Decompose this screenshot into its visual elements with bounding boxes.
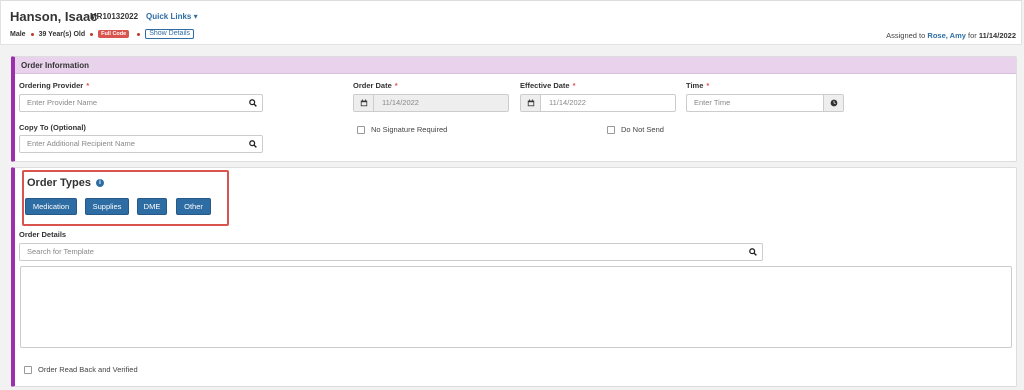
separator-dot: [90, 32, 94, 36]
calendar-icon: [354, 95, 374, 111]
order-types-panel: Order Types i Medication Supplies DME Ot…: [11, 167, 1017, 387]
search-icon[interactable]: [246, 138, 260, 150]
assigned-provider-link[interactable]: Rose, Amy: [927, 31, 966, 40]
medication-button[interactable]: Medication: [25, 198, 77, 215]
order-types-title: Order Types i: [27, 177, 104, 189]
effective-date-input[interactable]: 11/14/2022: [520, 94, 676, 112]
ordering-provider-placeholder: Enter Provider Name: [27, 98, 98, 107]
order-date-value: 11/14/2022: [382, 98, 419, 107]
calendar-icon[interactable]: [521, 95, 541, 111]
time-input[interactable]: Enter Time: [686, 94, 844, 112]
separator-dot: [137, 32, 141, 36]
patient-sex: Male: [10, 30, 26, 38]
ordering-provider-label: Ordering Provider *: [19, 81, 89, 90]
copy-to-placeholder: Enter Additional Recipient Name: [27, 139, 135, 148]
order-date-label-text: Order Date: [353, 81, 392, 90]
ordering-provider-label-text: Ordering Provider: [19, 81, 84, 90]
do-not-send-label: Do Not Send: [621, 125, 664, 134]
assigned-for: for: [968, 31, 977, 40]
order-details-label: Order Details: [19, 230, 67, 239]
supplies-button[interactable]: Supplies: [85, 198, 129, 215]
time-label-text: Time: [686, 81, 704, 90]
patient-name: Hanson, Isaac: [10, 9, 98, 24]
separator-dot: [30, 32, 34, 36]
search-icon[interactable]: [246, 97, 260, 109]
order-information-title: Order Information: [15, 57, 1016, 74]
other-button[interactable]: Other: [176, 198, 211, 215]
checkbox-box[interactable]: [607, 125, 615, 134]
order-details-textarea[interactable]: [20, 266, 1012, 348]
required-mark: *: [394, 81, 398, 90]
assigned-info: Assigned to Rose, Amy for 11/14/2022: [886, 31, 1016, 40]
patient-age: 39 Year(s) Old: [38, 30, 86, 38]
assigned-prefix: Assigned to: [886, 31, 926, 40]
required-mark: *: [572, 81, 576, 90]
read-back-label: Order Read Back and Verified: [38, 365, 138, 374]
patient-mrn: MR10132022: [90, 12, 139, 21]
quick-links-dropdown[interactable]: Quick Links ▾: [146, 12, 198, 21]
patient-header: Hanson, Isaac MR10132022 Quick Links ▾ M…: [0, 0, 1022, 45]
time-placeholder: Enter Time: [694, 98, 731, 107]
template-search-placeholder: Search for Template: [27, 247, 94, 256]
do-not-send-checkbox[interactable]: Do Not Send: [607, 125, 664, 134]
order-types-title-text: Order Types: [27, 177, 91, 189]
read-back-checkbox[interactable]: Order Read Back and Verified: [24, 365, 138, 374]
code-status-badge: Full Code: [98, 30, 130, 38]
search-icon[interactable]: [746, 246, 760, 258]
info-icon[interactable]: i: [96, 179, 104, 187]
effective-date-value: 11/14/2022: [549, 98, 586, 107]
template-search-input[interactable]: Search for Template: [19, 243, 763, 261]
assigned-date: 11/14/2022: [978, 31, 1016, 40]
order-date-input: 11/14/2022: [353, 94, 509, 112]
copy-to-input[interactable]: Enter Additional Recipient Name: [19, 135, 263, 153]
order-date-label: Order Date *: [353, 81, 398, 90]
dme-button[interactable]: DME: [137, 198, 167, 215]
checkbox-box[interactable]: [357, 125, 365, 134]
time-label: Time *: [686, 81, 709, 90]
clock-icon[interactable]: [823, 95, 843, 111]
copy-to-label: Copy To (Optional): [19, 123, 86, 132]
show-details-button[interactable]: Show Details: [145, 29, 195, 39]
no-signature-label: No Signature Required: [371, 125, 448, 134]
required-mark: *: [86, 81, 90, 90]
effective-date-label-text: Effective Date: [520, 81, 570, 90]
effective-date-label: Effective Date *: [520, 81, 576, 90]
no-signature-checkbox[interactable]: No Signature Required: [357, 125, 447, 134]
required-mark: *: [706, 81, 710, 90]
checkbox-box[interactable]: [24, 365, 32, 374]
order-information-panel: Order Information Ordering Provider * Ent…: [11, 56, 1017, 162]
ordering-provider-input[interactable]: Enter Provider Name: [19, 94, 263, 112]
patient-demographics: Male 39 Year(s) Old Full Code Show Detai…: [10, 29, 195, 39]
